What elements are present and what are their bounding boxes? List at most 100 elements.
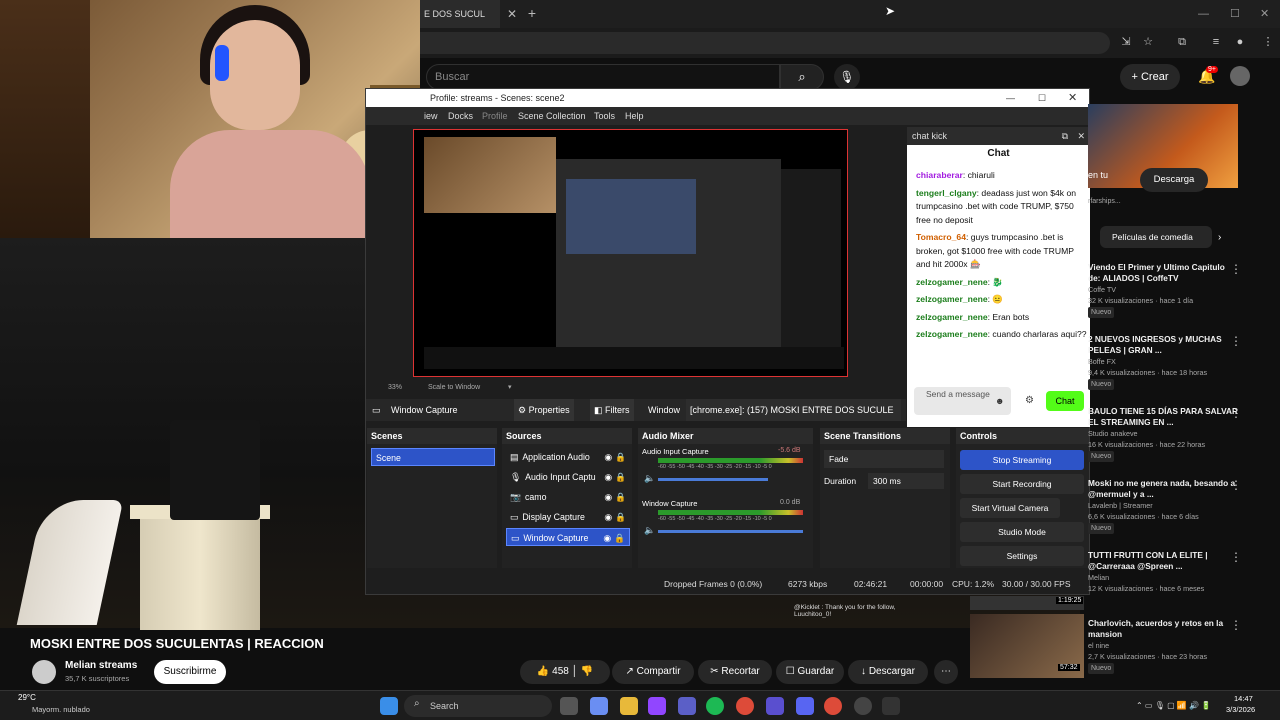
obs-close-icon[interactable]: ✕ (1068, 89, 1077, 107)
chevron-down-icon[interactable]: ▾ (508, 381, 512, 395)
eye-icon[interactable]: ◉ (604, 508, 612, 526)
source-item[interactable]: 🎙 Audio Input Captu ◉ 🔒 (506, 468, 630, 486)
chat-username[interactable]: zelzogamer_nene (916, 329, 988, 339)
more-options-icon[interactable]: ⋮ (1230, 618, 1242, 632)
new-tab-icon[interactable]: + (524, 0, 540, 28)
studio-mode-button[interactable]: Studio Mode (960, 522, 1084, 542)
recommended-video[interactable]: BAULO TIENE 15 DÍAS PARA SALVAR EL STREA… (1088, 406, 1238, 462)
zoom-level[interactable]: 33% (388, 381, 402, 395)
source-item[interactable]: ▭ Display Capture ◉ 🔒 (506, 508, 630, 526)
lock-icon[interactable]: 🔒 (614, 529, 625, 547)
properties-button[interactable]: ⚙ Properties (514, 399, 574, 421)
recommended-video[interactable]: 2 NUEVOS INGRESOS y MUCHAS PELEAS | GRAN… (1088, 334, 1238, 390)
menu-help[interactable]: Help (625, 107, 644, 125)
recommended-video[interactable]: TUTTI FRUTTI CON LA ELITE | @Carreraaa @… (1088, 550, 1238, 594)
recorder-icon[interactable] (882, 697, 900, 715)
scene-item[interactable]: Scene (371, 448, 495, 466)
task-view-icon[interactable] (560, 697, 578, 715)
channel-avatar[interactable] (32, 660, 56, 684)
chat-username[interactable]: Tomacro_64 (916, 232, 966, 242)
virtual-camera-button[interactable]: Start Virtual Camera (960, 498, 1060, 518)
chat-send-button[interactable]: Chat (1046, 391, 1084, 411)
eye-icon[interactable]: ◉ (604, 468, 612, 486)
speaker-icon[interactable]: 🔈 (644, 473, 655, 484)
minimize-icon[interactable]: — (1198, 0, 1209, 28)
chevron-right-icon[interactable]: › (1218, 232, 1221, 243)
float-icon[interactable]: ⧉ (1062, 127, 1068, 145)
chat-username[interactable]: zelzogamer_nene (916, 312, 988, 322)
channel-name[interactable]: Melian streams (65, 660, 137, 671)
stop-streaming-button[interactable]: Stop Streaming (960, 450, 1084, 470)
obs-icon[interactable] (854, 697, 872, 715)
transition-select[interactable]: Fade (824, 450, 944, 468)
close-window-icon[interactable]: ✕ (1260, 0, 1269, 28)
volume-slider-1[interactable] (658, 478, 768, 481)
scale-mode[interactable]: Scale to Window (428, 381, 480, 395)
teams-icon[interactable] (678, 697, 696, 715)
volume-slider-2[interactable] (658, 530, 803, 533)
spotify-icon[interactable] (706, 697, 724, 715)
menu-profile[interactable]: Profile (482, 107, 508, 125)
search-icon[interactable]: ⌕ (780, 64, 824, 90)
profile-icon[interactable]: ● (1232, 34, 1248, 50)
close-icon[interactable]: ✕ (1077, 127, 1085, 145)
chat-username[interactable]: zelzogamer_nene (916, 294, 988, 304)
browser-tab[interactable]: E DOS SUCUL (420, 0, 500, 28)
recommended-video[interactable]: Viendo El Primer y Ultimo Capitulo de: A… (1088, 262, 1238, 318)
download-button[interactable]: Descarga (1140, 168, 1208, 192)
recommended-video[interactable]: Charlovich, acuerdos y retos en la mansi… (1088, 618, 1238, 674)
clip-button[interactable]: ✂ Recortar (698, 660, 772, 684)
subscribe-button[interactable]: Suscribirme (154, 660, 226, 684)
save-button[interactable]: ☐ Guardar (776, 660, 844, 684)
chat-username[interactable]: tengerl_clgany (916, 188, 977, 198)
download-video-button[interactable]: ↓ Descargar (848, 660, 928, 684)
chrome-icon[interactable] (736, 697, 754, 715)
gear-icon[interactable]: ⚙ (1025, 395, 1039, 409)
lock-icon[interactable]: 🔒 (615, 488, 626, 506)
obs-maximize-icon[interactable]: ☐ (1038, 89, 1046, 107)
account-avatar[interactable] (1230, 66, 1250, 86)
lock-icon[interactable]: 🔒 (615, 448, 626, 466)
chat-username[interactable]: zelzogamer_nene (916, 277, 988, 287)
microphone-icon[interactable]: 🎙 (834, 64, 860, 90)
more-actions-icon[interactable]: ⋯ (934, 660, 958, 684)
share-button[interactable]: ↗ Compartir (612, 660, 694, 684)
dislike-icon[interactable]: 👎 (581, 666, 593, 677)
discord-icon[interactable] (796, 697, 814, 715)
source-item[interactable]: ▭ Window Capture ◉ 🔒 (506, 528, 630, 546)
weather-temp[interactable]: 29°C (18, 693, 36, 702)
more-options-icon[interactable]: ⋮ (1230, 334, 1242, 348)
more-options-icon[interactable]: ⋮ (1230, 262, 1242, 276)
chip-comedy[interactable]: Películas de comedia (1100, 226, 1212, 248)
menu-tools[interactable]: Tools (594, 107, 615, 125)
start-recording-button[interactable]: Start Recording (960, 474, 1084, 494)
more-options-icon[interactable]: ⋮ (1230, 406, 1242, 420)
like-icon[interactable]: 👍 (537, 666, 549, 677)
filters-button[interactable]: ◧ Filters (590, 399, 634, 421)
lock-icon[interactable]: 🔒 (615, 508, 626, 526)
eye-icon[interactable]: ◉ (603, 529, 611, 547)
search-input[interactable]: Buscar (426, 64, 780, 90)
install-icon[interactable]: ⇲ (1118, 34, 1134, 50)
url-field[interactable] (420, 32, 1110, 54)
window-select[interactable]: [chrome.exe]: (157) MOSKI ENTRE DOS SUCU… (686, 399, 901, 421)
eye-icon[interactable]: ◉ (604, 448, 612, 466)
source-item[interactable]: ▤ Application Audio ◉ 🔒 (506, 448, 630, 466)
chat-username[interactable]: chiaraberar (916, 170, 963, 180)
tray-icons[interactable]: ⌃ ▭ 🎙 ▢ 📶 🔊 🔋 (1136, 691, 1211, 720)
source-item[interactable]: 📷 camo ◉ 🔒 (506, 488, 630, 506)
more-options-icon[interactable]: ⋮ (1230, 478, 1242, 492)
more-options-icon[interactable]: ⋮ (1230, 550, 1242, 564)
eye-icon[interactable]: ◉ (604, 488, 612, 506)
menu-view[interactable]: iew (424, 107, 438, 125)
recommended-video[interactable]: Moski no me genera nada, besando a @merm… (1088, 478, 1238, 534)
chrome-icon-2[interactable] (824, 697, 842, 715)
copilot-icon[interactable] (590, 697, 608, 715)
file-explorer-icon[interactable] (620, 697, 638, 715)
settings-button[interactable]: Settings (960, 546, 1084, 566)
menu-dots-icon[interactable]: ⋮ (1260, 34, 1276, 50)
speaker-icon[interactable]: 🔈 (644, 525, 655, 536)
app-icon[interactable] (766, 697, 784, 715)
obs-minimize-icon[interactable]: — (1006, 89, 1015, 107)
create-button[interactable]: + Crear (1120, 64, 1180, 90)
